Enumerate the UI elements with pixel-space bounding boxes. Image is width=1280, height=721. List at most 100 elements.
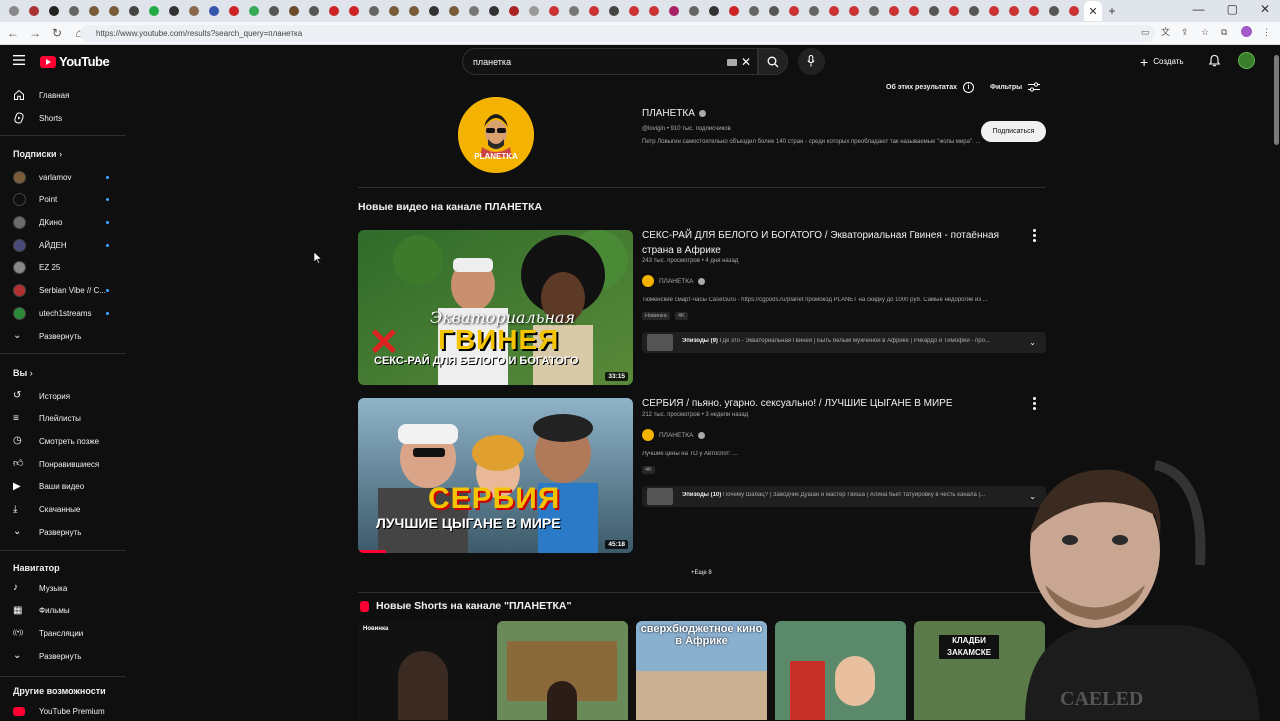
browser-tab[interactable] [4, 1, 24, 21]
browser-tab[interactable] [924, 1, 944, 21]
browser-tab[interactable] [344, 1, 364, 21]
browser-tab[interactable] [384, 1, 404, 21]
browser-tab[interactable] [664, 1, 684, 21]
subscribe-button[interactable]: Подписаться [981, 121, 1046, 142]
bookmark-star-icon[interactable]: ☆ [1201, 27, 1211, 37]
browser-tab[interactable] [164, 1, 184, 21]
browser-tab[interactable] [904, 1, 924, 21]
browser-tab[interactable] [324, 1, 344, 21]
browser-tab[interactable] [1064, 1, 1084, 21]
sidebar-item-navigator[interactable]: ♪ Музыка [0, 578, 128, 598]
cast-icon[interactable]: ▭ [1141, 27, 1151, 37]
browser-tab[interactable] [684, 1, 704, 21]
video-thumbnail[interactable]: СЕРБИЯ ЛУЧШИЕ ЦЫГАНЕ В МИРЕ 45:18 [358, 398, 633, 553]
video-channel[interactable]: ПЛАНЕТКА [642, 429, 706, 441]
keyboard-icon[interactable] [727, 59, 737, 66]
video-title[interactable]: СЕРБИЯ / пьяно. угарно. сексуально! / ЛУ… [642, 396, 1022, 411]
browser-tab[interactable] [224, 1, 244, 21]
browser-tab[interactable] [264, 1, 284, 21]
search-button[interactable] [758, 48, 788, 75]
sidebar-expand-you[interactable]: ⌄ Развернуть [0, 522, 128, 542]
video-channel[interactable]: ПЛАНЕТКА [642, 275, 706, 287]
sidebar-item-navigator[interactable]: ((•)) Трансляции [0, 623, 128, 643]
sidebar-subscription-item[interactable]: Serbian Vibe // C... [0, 281, 128, 301]
browser-tab[interactable] [364, 1, 384, 21]
back-icon[interactable]: ← [4, 24, 22, 42]
url-field[interactable]: https://www.youtube.com/results?search_q… [80, 25, 1155, 42]
browser-tab[interactable] [604, 1, 624, 21]
browser-tab[interactable] [784, 1, 804, 21]
browser-tab[interactable] [884, 1, 904, 21]
short-thumbnail[interactable] [497, 621, 628, 720]
subscriptions-header[interactable]: Подписки › [13, 149, 62, 159]
browser-tab[interactable] [724, 1, 744, 21]
browser-tab[interactable] [404, 1, 424, 21]
extensions-icon[interactable]: ⧉ [1221, 27, 1231, 37]
browser-tab[interactable] [524, 1, 544, 21]
browser-tab[interactable] [504, 1, 524, 21]
episodes-expander[interactable]: Эпизоды (9) Где это - Экваториальная Гви… [642, 332, 1046, 353]
close-window-icon[interactable]: ✕ [1260, 2, 1270, 16]
browser-tab[interactable] [184, 1, 204, 21]
browser-tab[interactable] [864, 1, 884, 21]
minimize-icon[interactable]: — [1193, 2, 1205, 16]
search-box[interactable]: ✕ [462, 48, 758, 75]
voice-search-button[interactable] [798, 48, 825, 75]
browser-menu-icon[interactable]: ⋮ [1262, 27, 1272, 37]
translate-icon[interactable]: 文 [1161, 27, 1171, 37]
browser-tab[interactable] [484, 1, 504, 21]
sidebar-subscription-item[interactable]: АЙДЕН [0, 235, 128, 255]
sidebar-item-you[interactable]: 👍︎ Понравившиеся [0, 454, 128, 474]
you-header[interactable]: Вы › [13, 368, 33, 378]
sidebar-item-you[interactable]: ↺ История [0, 386, 128, 406]
reload-icon[interactable]: ↻ [48, 24, 66, 42]
browser-tab[interactable] [284, 1, 304, 21]
short-thumbnail[interactable]: сверхбюджетное кино в Африке [636, 621, 767, 720]
hamburger-menu-icon[interactable] [13, 55, 25, 65]
browser-tab[interactable] [244, 1, 264, 21]
browser-tab[interactable] [764, 1, 784, 21]
browser-tab[interactable] [964, 1, 984, 21]
episodes-expander[interactable]: Эпизоды (10) Почему Шабац? | Заводчик Ду… [642, 486, 1046, 507]
short-thumbnail[interactable] [775, 621, 906, 720]
sidebar-item-shorts[interactable]: Shorts [0, 108, 128, 128]
create-button[interactable]: + Создать [1140, 53, 1184, 70]
browser-tab[interactable] [624, 1, 644, 21]
channel-name[interactable]: ПЛАНЕТКА [642, 108, 706, 119]
maximize-icon[interactable]: ▢ [1227, 2, 1238, 16]
browser-tab[interactable] [124, 1, 144, 21]
about-results-button[interactable]: Об этих результатах i [886, 82, 975, 93]
video-title[interactable]: СЕКС-РАЙ ДЛЯ БЕЛОГО И БОГАТОГО / Экватор… [642, 228, 1022, 258]
browser-tab[interactable] [464, 1, 484, 21]
browser-tab[interactable] [64, 1, 84, 21]
sidebar-expand-navigator[interactable]: ⌄ Развернуть [0, 646, 128, 666]
sidebar-item-home[interactable]: Главная [0, 85, 128, 105]
sidebar-subscription-item[interactable]: Point [0, 190, 128, 210]
show-more-link[interactable]: +Еще 8 [691, 570, 712, 576]
filters-button[interactable]: Фильтры [990, 82, 1041, 92]
channel-avatar[interactable]: PLANETKA [458, 97, 534, 173]
notifications-bell-icon[interactable] [1208, 54, 1221, 67]
sidebar-item-you[interactable]: ▶ Ваши видео [0, 477, 128, 497]
browser-tab[interactable] [24, 1, 44, 21]
browser-tab[interactable] [144, 1, 164, 21]
browser-tab[interactable] [744, 1, 764, 21]
video-more-actions-icon[interactable] [1033, 397, 1037, 412]
sidebar-item-navigator[interactable]: ▦ Фильмы [0, 601, 128, 621]
browser-tab[interactable] [564, 1, 584, 21]
browser-tab[interactable] [944, 1, 964, 21]
browser-tab[interactable] [844, 1, 864, 21]
forward-icon[interactable]: → [26, 24, 44, 42]
browser-tab[interactable] [104, 1, 124, 21]
share-icon[interactable]: ⇪ [1181, 27, 1191, 37]
video-thumbnail[interactable]: ✕ Экваториальная ГВИНЕЯ СЕКС-РАЙ ДЛЯ БЕЛ… [358, 230, 633, 385]
browser-tab[interactable] [1024, 1, 1044, 21]
sidebar-item-you[interactable]: ◷ Смотреть позже [0, 431, 128, 451]
short-thumbnail[interactable]: Новинка [358, 621, 489, 720]
search-input[interactable] [471, 56, 711, 68]
new-tab-icon[interactable]: + [1102, 1, 1122, 21]
sidebar-expand-subscriptions[interactable]: ⌄ Развернуть [0, 326, 128, 346]
account-avatar[interactable] [1238, 52, 1255, 69]
browser-tab[interactable] [424, 1, 444, 21]
browser-tab[interactable] [44, 1, 64, 21]
